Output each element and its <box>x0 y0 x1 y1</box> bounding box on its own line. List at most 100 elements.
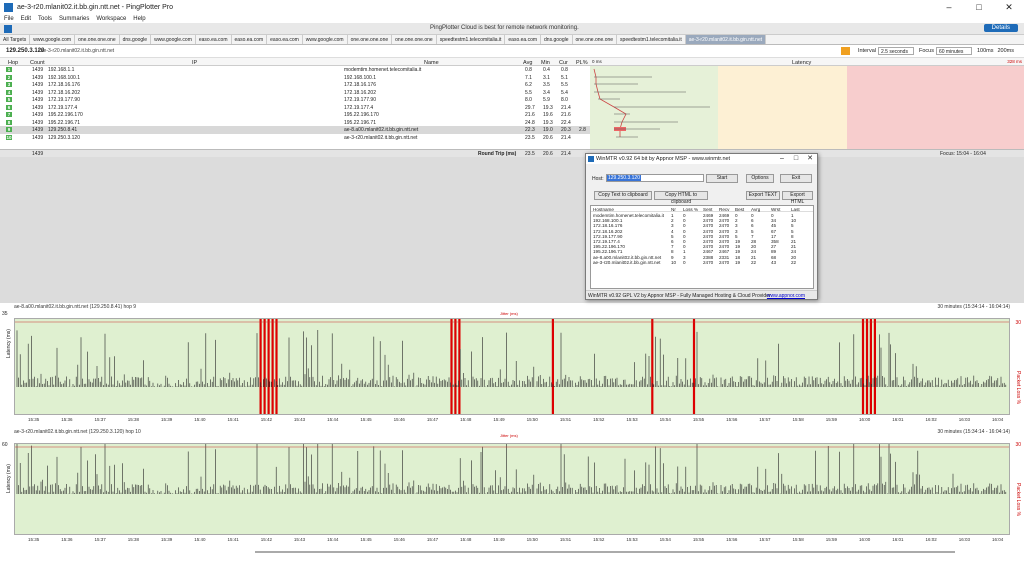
tab-target[interactable]: speedtestm1.telecomitalia.it <box>617 35 686 44</box>
count: 1439 <box>32 112 44 118</box>
min: 19.0 <box>543 127 553 133</box>
avg: 0.8 <box>525 67 532 73</box>
menu-edit[interactable]: Edit <box>21 16 31 22</box>
exit-button[interactable]: Exit <box>780 174 812 183</box>
ip: 172.18.16.202 <box>48 89 80 96</box>
details-button[interactable]: Details <box>983 24 1018 32</box>
menu-help[interactable]: Help <box>133 16 145 22</box>
tab-target[interactable]: www.google.com <box>151 35 196 44</box>
tab-target[interactable]: dns.google <box>120 35 152 44</box>
maximize-button[interactable]: □ <box>964 0 994 14</box>
focus-select[interactable]: 60 minutes <box>935 47 972 55</box>
time-tick: 16:04 <box>992 537 1004 542</box>
y-axis-label: Latency (ms) <box>6 329 12 358</box>
table-row[interactable]: 4 1439 172.18.16.202 172.18.16.202 5.5 3.4 5.4 <box>0 89 590 97</box>
latency-scale-min: 0 ms <box>592 59 602 64</box>
ip: 129.250.3.120 <box>48 134 80 141</box>
winmtr-minimize-button[interactable]: – <box>775 154 789 164</box>
col-hostname[interactable]: Hostname <box>593 207 614 212</box>
time-tick: 16:03 <box>958 537 971 542</box>
count: 1439 <box>32 82 44 88</box>
tab-target[interactable]: dns.google <box>541 35 573 44</box>
table-row[interactable]: 5 1439 172.19.177.90 172.19.177.90 8.0 5.9 8.0 <box>0 96 590 104</box>
table-row[interactable]: 7 1439 195.22.196.170 195.22.196.170 21.6 19.… <box>0 111 590 119</box>
mtr-row[interactable]: ae-3-r20.mlanit02.it.bb.gin.ntt.net 10 0 24… <box>591 260 813 265</box>
col-avrg[interactable]: Avrg <box>751 207 760 212</box>
start-button[interactable]: Start <box>706 174 738 183</box>
time-tick: 15:35 <box>28 537 40 542</box>
menu-summaries[interactable]: Summaries <box>59 16 89 22</box>
timeline-graph-hop10[interactable]: ae-3-r20.mlanit02.it.bb.gin.ntt.net (129… <box>0 428 1024 548</box>
tab-target[interactable]: easo.ea.com <box>232 35 268 44</box>
col-sent[interactable]: Sent <box>703 207 712 212</box>
table-row[interactable]: 6 1439 172.19.177.4 172.19.177.4 29.7 19.3 21.… <box>0 104 590 112</box>
tab-target[interactable]: one.one.one.one <box>573 35 618 44</box>
table-row-selected[interactable]: 9 1439 129.250.8.41 ae-8.a00.mlanit02.it.bb… <box>0 126 590 134</box>
graph-range: 30 minutes (15:34:14 - 16:04:14) <box>937 429 1010 435</box>
promo-bar: PingPlotter Cloud is best for remote net… <box>0 23 1024 35</box>
options-button[interactable]: Options <box>746 174 774 183</box>
col-best[interactable]: Best <box>735 207 744 212</box>
tab-target[interactable]: one.one.one.one <box>75 35 120 44</box>
tab-target[interactable]: one.one.one.one <box>348 35 393 44</box>
col-loss[interactable]: Loss % <box>683 207 698 212</box>
mtr-results-list[interactable]: Hostname Nr Loss % Sent Recv Best Avrg W… <box>590 205 814 289</box>
menu-workspace[interactable]: Workspace <box>96 16 126 22</box>
menu-tools[interactable]: Tools <box>38 16 52 22</box>
close-button[interactable]: ✕ <box>994 0 1024 14</box>
table-row[interactable]: 1 1439 192.168.1.1 modemtim.homenet.telecom… <box>0 66 590 74</box>
menu-file[interactable]: File <box>4 16 14 22</box>
time-tick: 16:01 <box>892 417 904 422</box>
table-row[interactable]: 3 1439 172.18.16.176 172.18.16.176 6.2 3.5 5.5 <box>0 81 590 89</box>
appnor-link[interactable]: www.appnor.com <box>767 293 805 299</box>
winmtr-icon <box>588 156 594 162</box>
time-tick: 15:48 <box>460 537 472 542</box>
table-row[interactable]: 8 1439 195.22.196.71 195.22.196.71 24.8 19.3 2… <box>0 119 590 127</box>
tab-target[interactable]: easo.ea.com <box>267 35 303 44</box>
tab-all-targets[interactable]: All Targets <box>0 35 31 44</box>
winmtr-maximize-button[interactable]: □ <box>789 154 803 164</box>
col-recv[interactable]: Recv <box>719 207 729 212</box>
table-row[interactable]: 10 1439 129.250.3.120 ae-3-r20.mlanit02.it.… <box>0 134 590 142</box>
winmtr-close-button[interactable]: ✕ <box>803 154 817 164</box>
export-text-button[interactable]: Export TEXT <box>746 191 780 200</box>
avg: 6.2 <box>525 82 532 88</box>
latency-scale-max: 328 ms <box>1007 59 1022 64</box>
export-html-button[interactable]: Export HTML <box>782 191 813 205</box>
time-tick: 15:45 <box>360 417 372 422</box>
host-input[interactable]: 129.250.3.120 <box>606 174 704 182</box>
min: 3.1 <box>543 74 550 81</box>
time-tick: 15:46 <box>393 417 405 422</box>
loss-axis-label: Packet Loss % <box>1015 371 1021 405</box>
tab-target[interactable]: easo.ea.com <box>505 35 542 44</box>
mtr-cell: 0 <box>683 259 686 265</box>
legend-100: 100ms <box>976 48 994 54</box>
minimize-button[interactable]: – <box>934 0 964 14</box>
time-tick: 15:44 <box>327 537 339 542</box>
hop-number: 10 <box>6 134 12 140</box>
tab-target[interactable]: one.one.one.one <box>392 35 437 44</box>
copy-html-button[interactable]: Copy HTML to clipboard <box>654 191 708 205</box>
hop-number: 3 <box>6 82 12 87</box>
timeline-graph-hop9[interactable]: ae-8.a00.mlanit02.it.bb.gin.ntt.net (129… <box>0 303 1024 428</box>
pause-button[interactable] <box>840 47 850 55</box>
list-header: Hostname Nr Loss % Sent Recv Best Avrg W… <box>591 207 813 212</box>
tab-target[interactable]: www.google.com <box>30 35 76 44</box>
tab-target[interactable]: speedtestm1.telecomitalia.it <box>437 35 506 44</box>
winmtr-status-bar: WinMTR v0.92 GPL V2 by Appnor MSP - Full… <box>586 290 817 299</box>
table-row[interactable]: 2 1439 192.168.100.1 192.168.100.1 7.1 3.1 5.1 <box>0 74 590 82</box>
count: 1439 <box>32 97 44 103</box>
hostname: 172.18.16.202 <box>344 89 376 96</box>
tab-target[interactable]: easo.ea.com <box>196 35 232 44</box>
loss-axis-label: Packet Loss % <box>1015 483 1021 517</box>
interval-select[interactable]: 2.5 seconds <box>877 47 914 55</box>
col-last[interactable]: Last <box>791 207 800 212</box>
tab-target[interactable]: www.google.com <box>303 35 348 44</box>
timeline-scrollbar[interactable] <box>255 551 955 553</box>
tab-target-active[interactable]: ae-3-r20.mlanit02.it.bb.gin.ntt.net <box>685 35 767 44</box>
col-nr[interactable]: Nr <box>671 207 676 212</box>
winmtr-titlebar: WinMTR v0.92 64 bit by Appnor MSP - www.… <box>586 154 817 164</box>
copy-text-button[interactable]: Copy Text to clipboard <box>594 191 652 200</box>
interval-label: Interval <box>857 48 876 54</box>
col-wrst[interactable]: Wrst <box>771 207 780 212</box>
